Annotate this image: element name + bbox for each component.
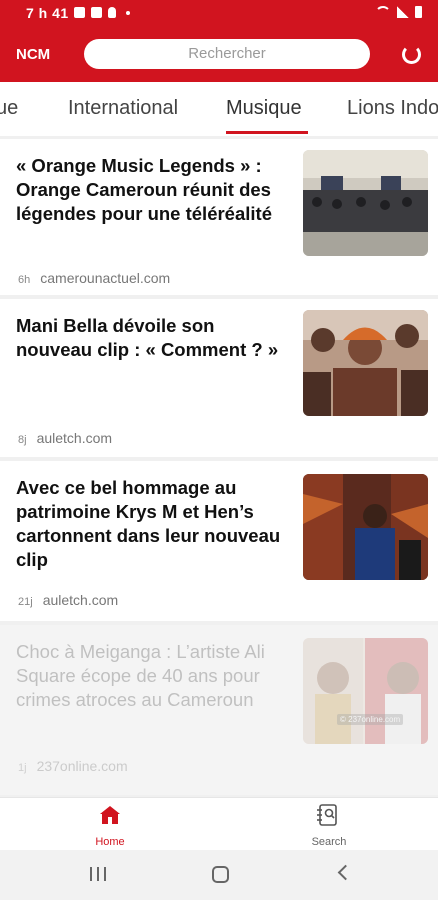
more-notifications-icon — [126, 10, 130, 15]
system-navigation-bar — [0, 850, 438, 900]
article-card[interactable]: Choc à Meiganga : L’artiste Ali Square é… — [0, 625, 438, 795]
article-age: 8j — [18, 434, 27, 446]
article-thumbnail[interactable] — [303, 150, 428, 256]
top-app-bar: NCM Rechercher — [0, 26, 438, 82]
article-source[interactable]: 237online.com — [37, 758, 128, 774]
category-tabs: ue International Musique Lions Indo — [0, 82, 438, 136]
status-bar: 7 h 41 — [0, 0, 438, 26]
article-age: 1j — [18, 762, 27, 774]
active-tab-indicator — [226, 131, 308, 134]
bulb-icon — [108, 7, 116, 18]
nav-search-button[interactable]: Search — [269, 798, 389, 851]
article-source[interactable]: auletch.com — [37, 430, 112, 446]
article-age: 21j — [18, 596, 33, 608]
article-title[interactable]: Avec ce bel hommage au patrimoine Krys M… — [16, 476, 292, 572]
search-input[interactable]: Rechercher — [84, 39, 370, 69]
thumbnail-caption: © 237online.com — [337, 714, 404, 725]
recents-icon[interactable] — [90, 867, 106, 881]
search-icon — [317, 804, 337, 826]
article-thumbnail[interactable]: © 237online.com — [303, 638, 428, 744]
nav-home-label: Home — [95, 836, 125, 848]
image-notification-icon — [91, 7, 102, 18]
home-system-icon[interactable] — [212, 866, 229, 883]
article-age: 6h — [18, 274, 31, 286]
home-icon — [100, 806, 120, 824]
tab-previous[interactable]: ue — [0, 97, 18, 120]
article-card[interactable]: Mani Bella dévoile son nouveau clip : « … — [0, 299, 438, 457]
article-card[interactable]: « Orange Music Legends » : Orange Camero… — [0, 139, 438, 295]
back-icon[interactable] — [337, 864, 354, 881]
article-title[interactable]: Mani Bella dévoile son nouveau clip : « … — [16, 314, 292, 362]
app-notification-icon — [74, 7, 85, 18]
bottom-navigation: Home Search — [0, 797, 438, 850]
tab-international[interactable]: International — [68, 97, 178, 120]
article-source[interactable]: camerounactuel.com — [40, 270, 170, 286]
nav-search-label: Search — [311, 836, 347, 848]
article-title[interactable]: Choc à Meiganga : L’artiste Ali Square é… — [16, 640, 292, 712]
nav-home-button[interactable]: Home — [50, 798, 170, 851]
signal-icon — [397, 6, 409, 18]
app-logo[interactable]: NCM — [16, 46, 50, 63]
article-source[interactable]: auletch.com — [43, 592, 118, 608]
refresh-icon[interactable] — [402, 45, 421, 64]
article-thumbnail[interactable] — [303, 310, 428, 416]
battery-icon — [415, 6, 422, 18]
tab-musique[interactable]: Musique — [226, 97, 302, 120]
article-thumbnail[interactable] — [303, 474, 428, 580]
wifi-icon — [375, 6, 391, 18]
article-title[interactable]: « Orange Music Legends » : Orange Camero… — [16, 154, 292, 226]
status-time: 7 h 41 — [26, 5, 69, 21]
tab-lions-indomptables[interactable]: Lions Indo — [347, 97, 438, 120]
article-card[interactable]: Avec ce bel hommage au patrimoine Krys M… — [0, 461, 438, 621]
notification-icons — [74, 7, 130, 18]
